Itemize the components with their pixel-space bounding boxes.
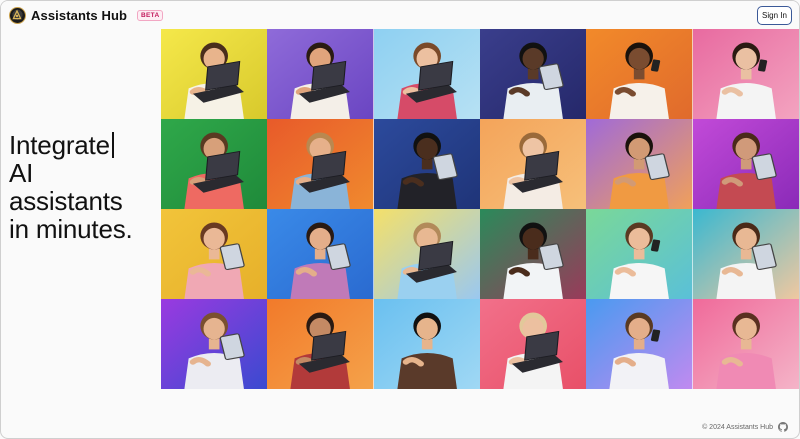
gallery-photo [161, 299, 268, 389]
gallery-photo [480, 119, 587, 209]
hero-line-2: AI [9, 158, 34, 188]
gallery-photo [692, 299, 799, 389]
footer: © 2024 Assistants Hub [702, 422, 788, 432]
gallery-photo [267, 299, 374, 389]
gallery-photo [480, 209, 587, 299]
app-name: Assistants Hub [31, 7, 128, 23]
gallery-photo [586, 29, 693, 119]
gallery-photo [373, 29, 480, 119]
logo-icon [9, 6, 26, 24]
gallery-photo [692, 29, 799, 119]
beta-badge: BETA [137, 9, 164, 21]
hero-line-3: assistants [9, 186, 123, 216]
sign-in-button[interactable]: Sign In [757, 5, 792, 25]
gallery-photo [373, 209, 480, 299]
gallery-photo [586, 299, 693, 389]
gallery-photo [692, 119, 799, 209]
gallery-photo [586, 209, 693, 299]
brand[interactable]: Assistants Hub BETA [9, 6, 164, 24]
app-window: Assistants Hub BETA Sign In Integrate AI… [0, 0, 800, 439]
gallery-photo [480, 299, 587, 389]
gallery-photo [586, 119, 693, 209]
copyright-text: © 2024 Assistants Hub [702, 423, 773, 431]
photo-gallery [161, 29, 799, 389]
text-caret [111, 132, 114, 158]
gallery-photo [480, 29, 587, 119]
gallery-photo [373, 299, 480, 389]
gallery-photo [161, 119, 268, 209]
top-header: Assistants Hub BETA Sign In [1, 1, 799, 29]
hero-line-4: in minutes. [9, 214, 133, 244]
gallery-photo [267, 119, 374, 209]
gallery-photo [692, 209, 799, 299]
github-icon[interactable] [778, 422, 788, 432]
gallery-photo [161, 209, 268, 299]
gallery-photo [373, 119, 480, 209]
gallery-photo [161, 29, 268, 119]
gallery-photo [267, 209, 374, 299]
hero-line-1: Integrate [9, 130, 110, 160]
gallery-photo [267, 29, 374, 119]
hero-headline: Integrate AI assistants in minutes. [9, 131, 159, 243]
